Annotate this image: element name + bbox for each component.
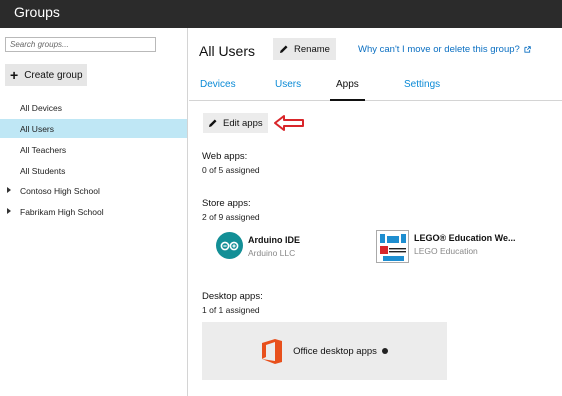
search-input[interactable] [5, 37, 156, 52]
sidebar-item-all-teachers[interactable]: All Teachers [0, 140, 187, 159]
help-link-label: Why can't I move or delete this group? [358, 44, 520, 55]
desktop-apps-assigned: 1 of 1 assigned [202, 305, 260, 315]
help-link[interactable]: Why can't I move or delete this group? [358, 44, 531, 55]
page-title: All Users [199, 43, 256, 59]
web-apps-assigned: 0 of 5 assigned [202, 165, 260, 175]
office-desktop-apps-tile[interactable]: Office desktop apps [202, 322, 447, 380]
rename-label: Rename [294, 43, 330, 55]
sidebar-item-all-users[interactable]: All Users [0, 119, 187, 138]
office-logo-icon [262, 338, 283, 364]
store-apps-title: Store apps: [202, 198, 251, 209]
app-card-arduino[interactable]: Arduino IDE Arduino LLC [216, 232, 300, 259]
top-bar: Groups [0, 0, 562, 28]
app-publisher: Arduino LLC [248, 248, 296, 258]
red-arrow-annotation-icon [274, 115, 304, 131]
lego-education-logo-icon [376, 230, 409, 263]
sidebar: + Create group All Devices All Users All… [0, 28, 188, 396]
app-card-lego-education[interactable]: LEGO® Education We... LEGO Education [376, 230, 515, 263]
main-panel: All Users Rename Why can't I move or del… [189, 28, 562, 396]
store-apps-assigned: 2 of 9 assigned [202, 212, 260, 222]
arduino-logo-icon [216, 232, 243, 259]
rename-button[interactable]: Rename [273, 38, 336, 60]
office-desktop-apps-label: Office desktop apps [293, 345, 377, 357]
sidebar-item-contoso-high-school[interactable]: Contoso High School [0, 181, 187, 200]
create-group-label: Create group [24, 69, 83, 81]
app-publisher: LEGO Education [414, 246, 478, 256]
sidebar-item-all-students[interactable]: All Students [0, 161, 187, 180]
edit-apps-button[interactable]: Edit apps [203, 113, 268, 133]
tab-devices[interactable]: Devices [200, 79, 236, 101]
app-name: LEGO® Education We... [414, 233, 516, 243]
edit-apps-label: Edit apps [223, 117, 263, 129]
sidebar-item-label: All Students [20, 165, 66, 176]
tab-settings[interactable]: Settings [404, 79, 440, 101]
app-name: Arduino IDE [248, 235, 300, 245]
tab-apps[interactable]: Apps [330, 79, 365, 101]
pencil-icon [209, 119, 217, 127]
external-link-icon [524, 46, 531, 53]
plus-icon: + [10, 67, 19, 83]
sidebar-item-all-devices[interactable]: All Devices [0, 98, 187, 117]
create-group-button[interactable]: + Create group [5, 64, 87, 86]
sidebar-item-label: All Devices [20, 102, 63, 113]
expand-caret-icon[interactable] [7, 187, 11, 193]
tab-bar: Devices Users Apps Settings [189, 72, 562, 101]
sidebar-item-fabrikam-high-school[interactable]: Fabrikam High School [0, 202, 187, 221]
desktop-apps-title: Desktop apps: [202, 291, 263, 302]
sidebar-item-label: Contoso High School [20, 185, 100, 196]
pencil-icon [280, 45, 288, 53]
sidebar-item-label: All Teachers [20, 144, 67, 155]
info-icon[interactable] [381, 348, 388, 354]
sidebar-item-label: Fabrikam High School [20, 206, 104, 217]
expand-caret-icon[interactable] [7, 208, 11, 214]
app-title: Groups [14, 4, 60, 20]
web-apps-title: Web apps: [202, 151, 248, 162]
tab-users[interactable]: Users [275, 79, 301, 101]
sidebar-item-label: All Users [20, 123, 55, 134]
